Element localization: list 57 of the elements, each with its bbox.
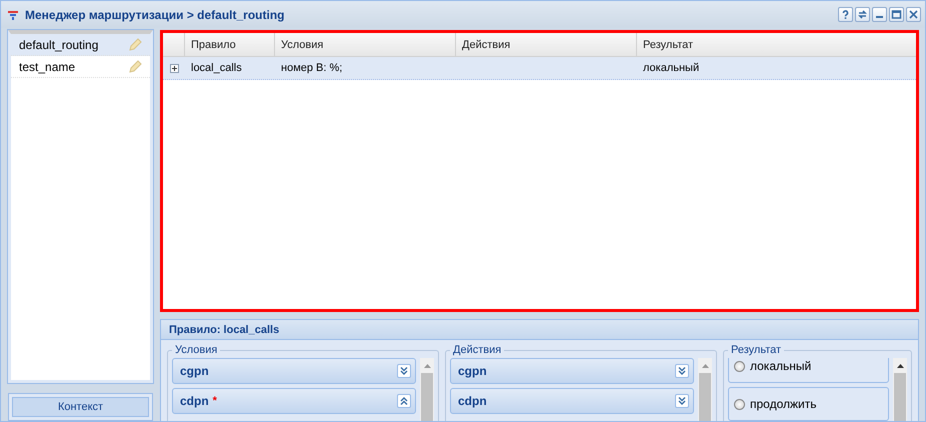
help-icon	[840, 9, 851, 20]
fieldset-legend: Результат	[728, 344, 784, 356]
column-header[interactable]: Действия	[456, 33, 637, 56]
context-item[interactable]: default_routing	[11, 34, 150, 56]
scrollbar-thumb[interactable]	[894, 373, 906, 421]
section-title: cdpn	[180, 394, 209, 408]
context-button[interactable]: Контекст	[12, 397, 149, 417]
toggle-button[interactable]	[397, 364, 411, 378]
collapsible-header[interactable]: cdpn	[450, 388, 694, 414]
toggle-button[interactable]	[397, 394, 411, 408]
minimize-button[interactable]	[872, 7, 887, 22]
scrollbar[interactable]	[420, 358, 434, 421]
window-title: Менеджер маршрутизации > default_routing	[25, 8, 284, 22]
chevrons-up-icon	[399, 396, 409, 406]
column-header[interactable]: Результат	[637, 33, 916, 56]
scrollbar-thumb[interactable]	[421, 373, 433, 421]
minimize-icon	[876, 16, 883, 18]
panel-title: Правило: local_calls	[169, 324, 280, 336]
scroll-up-icon[interactable]	[896, 364, 904, 368]
toggle-button[interactable]	[675, 364, 689, 378]
table-cell: локальный	[643, 62, 700, 74]
close-icon	[908, 9, 919, 20]
chevrons-down-icon	[677, 396, 687, 406]
help-button[interactable]	[838, 7, 853, 22]
section-title: cgpn	[180, 364, 209, 378]
maximize-button[interactable]	[889, 7, 904, 22]
maximize-icon	[891, 9, 902, 20]
table-row[interactable]: local_calls номер B: %; локальный	[163, 57, 916, 80]
radio-label: продолжить	[750, 397, 816, 411]
section-title: cgpn	[458, 364, 487, 378]
scrollbar-thumb[interactable]	[699, 373, 711, 421]
fieldset-legend: Условия	[172, 344, 220, 356]
column-header[interactable]: Условия	[275, 33, 456, 56]
collapsible-header[interactable]: cdpn *	[172, 388, 416, 414]
context-item[interactable]: test_name	[11, 56, 150, 78]
table-cell: номер B: %;	[281, 62, 342, 74]
scrollbar[interactable]	[893, 358, 907, 421]
column-header[interactable]: Правило	[185, 33, 275, 56]
scrollbar[interactable]	[698, 358, 712, 421]
chevrons-down-icon	[399, 366, 409, 376]
pencil-icon[interactable]	[128, 60, 142, 74]
required-mark: *	[212, 395, 217, 407]
app-logo-icon	[7, 8, 19, 20]
expand-icon[interactable]	[170, 64, 178, 72]
table-cell: local_calls	[191, 62, 242, 74]
collapsible-header[interactable]: cgpn	[172, 358, 416, 384]
toggle-button[interactable]	[675, 394, 689, 408]
radio-label: локальный	[750, 359, 812, 373]
refresh-button[interactable]	[855, 7, 870, 22]
radio-button[interactable]	[734, 360, 745, 372]
fieldset-legend: Действия	[450, 344, 504, 356]
radio-button[interactable]	[734, 398, 745, 410]
section-title: cdpn	[458, 394, 487, 408]
collapsible-header[interactable]: cgpn	[450, 358, 694, 384]
close-button[interactable]	[906, 7, 921, 22]
refresh-icon	[857, 9, 868, 20]
chevrons-down-icon	[677, 366, 687, 376]
